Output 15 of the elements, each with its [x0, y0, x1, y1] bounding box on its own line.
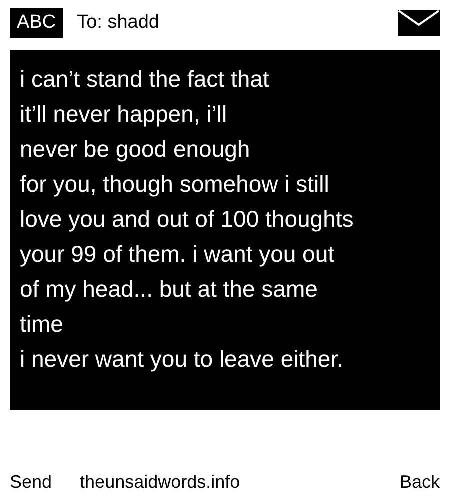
message-line: time: [20, 310, 64, 339]
send-button[interactable]: Send: [10, 472, 52, 493]
message-line: i can’t stand the fact that: [20, 65, 270, 94]
message-line: for you, though somehow i still: [20, 170, 330, 199]
recipient-label: To: shadd: [77, 12, 160, 34]
message-line: love you and out of 100 thoughts: [20, 205, 355, 234]
message-line: i never want you to leave either.: [20, 345, 344, 374]
message-line: it’ll never happen, i’ll: [20, 100, 228, 129]
back-button[interactable]: Back: [400, 472, 440, 493]
message-line: never be good enough: [20, 135, 252, 164]
website-label: theunsaidwords.info: [80, 472, 240, 493]
input-mode-label: ABC: [10, 8, 64, 38]
message-line: your 99 of them. i want you out: [20, 240, 336, 269]
envelope-icon: [398, 10, 440, 36]
message-line: of my head... but at the same: [20, 275, 319, 304]
